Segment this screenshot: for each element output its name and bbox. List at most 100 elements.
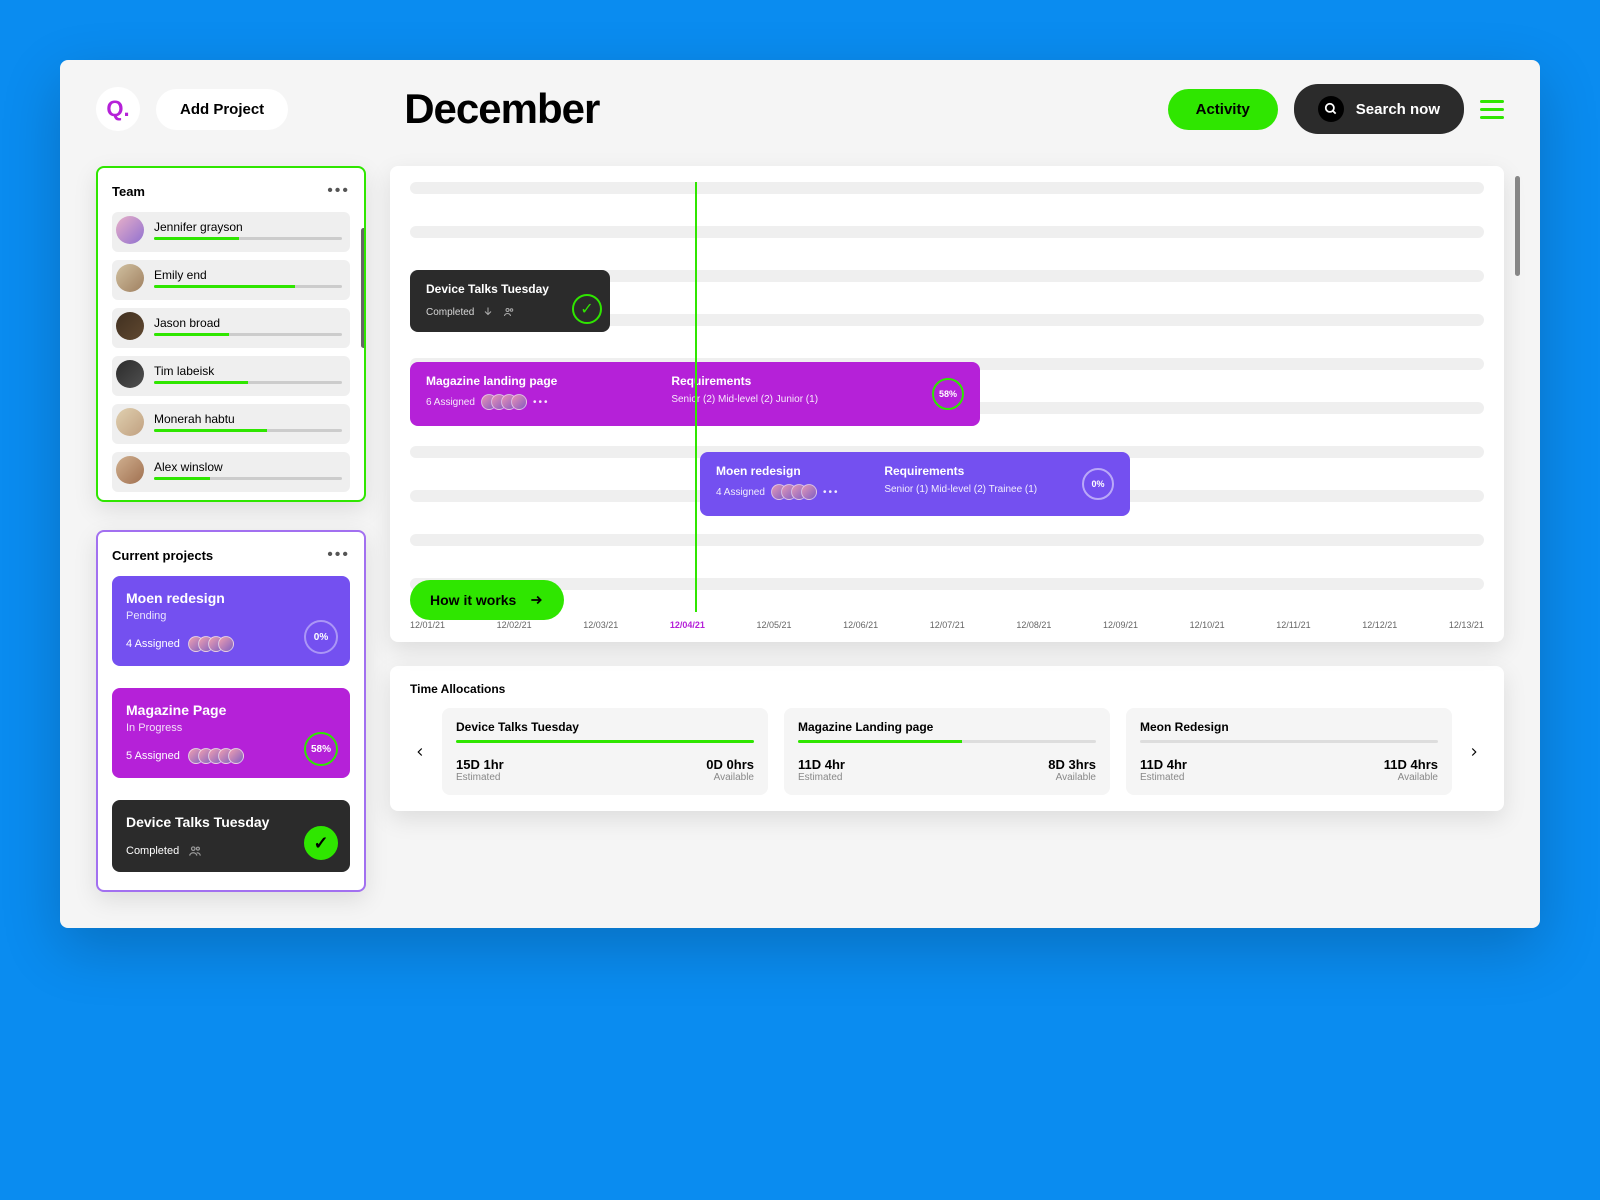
alloc-card[interactable]: Device Talks Tuesday 15D 1hrEstimated 0D… (442, 708, 768, 795)
main-layout: Team ••• Jennifer grayson Emily (96, 166, 1504, 892)
timeline-panel: Device Talks Tuesday Completed ✓ (390, 166, 1504, 642)
alloc-cards: Device Talks Tuesday 15D 1hrEstimated 0D… (442, 708, 1452, 795)
alloc-estimated: 15D 1hr (456, 757, 504, 772)
alloc-name: Meon Redesign (1140, 720, 1438, 734)
logo[interactable]: Q. (96, 87, 140, 131)
timeline-task-device[interactable]: Device Talks Tuesday Completed ✓ (410, 270, 610, 332)
task-assigned: 4 Assigned (716, 487, 765, 498)
team-member-name: Emily end (154, 268, 342, 282)
alloc-next-button[interactable] (1464, 742, 1484, 762)
team-list[interactable]: Jennifer grayson Emily end (112, 212, 350, 492)
team-member-name: Jason broad (154, 316, 342, 330)
alloc-name: Device Talks Tuesday (456, 720, 754, 734)
alloc-est-label: Estimated (798, 772, 845, 783)
team-member[interactable]: Jennifer grayson (112, 212, 350, 252)
team-member[interactable]: Monerah habtu (112, 404, 350, 444)
progress-ring: 0% (1082, 468, 1114, 500)
main-content: Device Talks Tuesday Completed ✓ (390, 166, 1504, 892)
alloc-title: Time Allocations (410, 682, 1484, 696)
project-status: Completed (126, 845, 179, 857)
page-title: December (404, 85, 599, 133)
project-name: Device Talks Tuesday (126, 814, 336, 830)
search-button[interactable]: Search now (1294, 84, 1464, 134)
timeline-date: 12/03/21 (583, 620, 618, 630)
download-icon (482, 306, 494, 318)
search-label: Search now (1356, 101, 1440, 118)
team-member[interactable]: Alex winslow (112, 452, 350, 492)
scrollbar[interactable] (361, 228, 366, 348)
alloc-avail-label: Available (706, 772, 754, 783)
team-panel-title: Team (112, 184, 145, 199)
timeline-date: 12/13/21 (1449, 620, 1484, 630)
requirements-title: Requirements (884, 464, 1037, 478)
scrollbar[interactable] (1515, 176, 1520, 276)
alloc-available: 8D 3hrs (1048, 757, 1096, 772)
project-status: Pending (126, 610, 336, 622)
dates-row: 12/01/2112/02/2112/03/2112/04/2112/05/21… (410, 620, 1484, 630)
timeline-date: 12/11/21 (1276, 620, 1310, 630)
alloc-avail-label: Available (1048, 772, 1096, 783)
progress-ring: 58% (932, 378, 964, 410)
search-icon (1318, 96, 1344, 122)
assignee-avatars (481, 394, 527, 410)
projects-panel-title: Current projects (112, 548, 213, 563)
timeline-date: 12/02/21 (497, 620, 532, 630)
timeline-task-moen[interactable]: Moen redesign 4 Assigned ••• Requirement… (700, 452, 1130, 516)
menu-icon[interactable] (1480, 100, 1504, 119)
check-icon: ✓ (304, 826, 338, 860)
project-card[interactable]: Moen redesign Pending 4 Assigned 0% (112, 576, 350, 666)
project-assigned: 5 Assigned (126, 750, 180, 762)
team-panel: Team ••• Jennifer grayson Emily (96, 166, 366, 502)
requirements-title: Requirements (671, 374, 818, 388)
task-status: Completed (426, 307, 474, 318)
project-card[interactable]: Device Talks Tuesday Completed ✓ (112, 800, 350, 872)
progress-ring: 0% (304, 620, 338, 654)
timeline-date: 12/05/21 (757, 620, 792, 630)
alloc-avail-label: Available (1384, 772, 1438, 783)
avatar (116, 312, 144, 340)
activity-button[interactable]: Activity (1168, 89, 1278, 130)
team-member-name: Tim labeisk (154, 364, 342, 378)
requirements-text: Senior (2) Mid-level (2) Junior (1) (671, 394, 818, 405)
people-icon (187, 844, 203, 858)
add-project-button[interactable]: Add Project (156, 89, 288, 130)
more-icon[interactable]: ••• (533, 397, 550, 408)
team-member[interactable]: Emily end (112, 260, 350, 300)
alloc-est-label: Estimated (456, 772, 504, 783)
more-icon[interactable]: ••• (823, 487, 840, 498)
assignee-avatars (188, 636, 234, 652)
header: Q. Add Project December Activity Search … (96, 84, 1504, 134)
project-name: Moen redesign (126, 590, 336, 606)
timeline-grid: Device Talks Tuesday Completed ✓ (410, 182, 1484, 612)
check-icon: ✓ (572, 294, 602, 324)
alloc-estimated: 11D 4hr (798, 757, 845, 772)
assignee-avatars (188, 748, 244, 764)
alloc-available: 0D 0hrs (706, 757, 754, 772)
team-member[interactable]: Jason broad (112, 308, 350, 348)
timeline-date: 12/04/21 (670, 620, 705, 630)
avatar (116, 216, 144, 244)
current-date-marker (695, 182, 697, 612)
alloc-name: Magazine Landing page (798, 720, 1096, 734)
project-assigned: 4 Assigned (126, 638, 180, 650)
how-label: How it works (430, 592, 516, 608)
people-icon (502, 306, 516, 318)
timeline-row (410, 226, 1484, 238)
task-title: Magazine landing page (426, 374, 557, 388)
task-assigned: 6 Assigned (426, 397, 475, 408)
alloc-card[interactable]: Meon Redesign 11D 4hrEstimated 11D 4hrsA… (1126, 708, 1452, 795)
project-card[interactable]: Magazine Page In Progress 5 Assigned 58% (112, 688, 350, 778)
team-member[interactable]: Tim labeisk (112, 356, 350, 396)
timeline-row (410, 182, 1484, 194)
projects-more-icon[interactable]: ••• (327, 546, 350, 564)
time-allocations-panel: Time Allocations Device Talks Tuesday 15… (390, 666, 1504, 811)
requirements-text: Senior (1) Mid-level (2) Trainee (1) (884, 484, 1037, 495)
how-it-works-button[interactable]: How it works (410, 580, 564, 620)
alloc-card[interactable]: Magazine Landing page 11D 4hrEstimated 8… (784, 708, 1110, 795)
team-more-icon[interactable]: ••• (327, 182, 350, 200)
project-name: Magazine Page (126, 702, 336, 718)
alloc-prev-button[interactable] (410, 742, 430, 762)
timeline-date: 12/06/21 (843, 620, 878, 630)
sidebar: Team ••• Jennifer grayson Emily (96, 166, 366, 892)
timeline-row (410, 534, 1484, 546)
